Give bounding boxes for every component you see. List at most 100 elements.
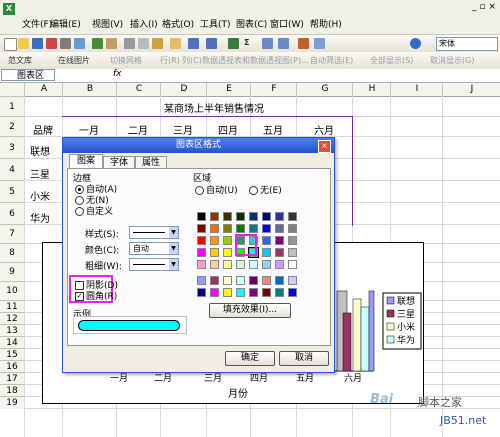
row-header-6[interactable]: 6	[0, 202, 24, 225]
copy-icon[interactable]	[138, 38, 149, 49]
color-swatch[interactable]	[275, 288, 284, 297]
area-none-radio[interactable]: 无(E)	[249, 183, 282, 196]
header-cell[interactable]: 二月	[116, 122, 160, 137]
color-swatch[interactable]	[275, 212, 284, 221]
color-swatch[interactable]	[275, 260, 284, 269]
header-cell[interactable]: 六月	[296, 122, 352, 137]
color-swatch[interactable]	[236, 288, 245, 297]
menu-item-7[interactable]: 窗口(W)	[270, 17, 304, 30]
row-header-1[interactable]: 1	[0, 96, 24, 117]
color-swatch[interactable]	[249, 288, 258, 297]
color-swatch[interactable]	[262, 212, 271, 221]
permission-icon[interactable]	[46, 38, 57, 49]
font-name-input[interactable]: 宋体	[436, 37, 498, 51]
color-swatch[interactable]	[197, 276, 206, 285]
color-swatch[interactable]	[236, 276, 245, 285]
color-swatch[interactable]	[249, 224, 258, 233]
brand-cell[interactable]: 华为	[30, 210, 60, 225]
sort-descending-icon[interactable]	[278, 38, 289, 49]
chart-wizard-icon[interactable]	[298, 38, 309, 49]
color-swatch[interactable]	[275, 236, 284, 245]
color-swatch[interactable]	[197, 236, 206, 245]
fill-effects-button[interactable]: 填充效果(I)...	[209, 303, 291, 318]
color-swatch[interactable]	[210, 260, 219, 269]
row-header-4[interactable]: 4	[0, 158, 24, 181]
color-swatch[interactable]	[288, 248, 297, 257]
redo-icon[interactable]	[206, 38, 217, 49]
format-painter-icon[interactable]	[170, 38, 181, 49]
cut-icon[interactable]	[124, 38, 135, 49]
ok-button[interactable]: 确定	[225, 351, 275, 366]
menu-item-1[interactable]: 编辑(E)	[50, 17, 81, 30]
row-header-10[interactable]: 10	[0, 281, 24, 301]
sheet-title[interactable]: 某商场上半年销售情况	[134, 100, 294, 115]
toolbar2-item-5[interactable]: 数据透视表和数据透视图(P)...	[202, 55, 309, 66]
column-header-B[interactable]: B	[62, 83, 117, 96]
new-icon[interactable]	[4, 38, 17, 51]
color-swatch[interactable]	[236, 212, 245, 221]
row-header-3[interactable]: 3	[0, 136, 24, 159]
color-swatch[interactable]	[223, 276, 232, 285]
color-swatch[interactable]	[210, 276, 219, 285]
brand-cell[interactable]: 联想	[30, 143, 60, 158]
color-swatch[interactable]	[197, 224, 206, 233]
column-header-J[interactable]: J	[442, 83, 500, 96]
hyperlink-icon[interactable]	[228, 38, 239, 49]
round-corners-checkbox[interactable]: ✓ 圆角(R)	[75, 289, 117, 302]
column-header-C[interactable]: C	[116, 83, 161, 96]
color-swatch[interactable]	[262, 224, 271, 233]
brand-cell[interactable]: 三星	[30, 166, 60, 181]
color-swatch[interactable]	[236, 260, 245, 269]
color-swatch[interactable]	[249, 212, 258, 221]
column-header-I[interactable]: I	[390, 83, 443, 96]
row-header-19[interactable]: 19	[0, 396, 24, 409]
color-swatch[interactable]	[275, 276, 284, 285]
color-swatch[interactable]	[288, 212, 297, 221]
color-swatch[interactable]	[275, 224, 284, 233]
color-swatch[interactable]	[288, 224, 297, 233]
name-box[interactable]: 图表区	[1, 69, 55, 81]
fx-icon[interactable]: fx	[113, 69, 122, 79]
row-header-5[interactable]: 5	[0, 180, 24, 203]
header-cell[interactable]: 一月	[62, 122, 116, 137]
header-cell[interactable]: 品牌	[24, 122, 62, 137]
area-auto-radio[interactable]: 自动(U)	[195, 183, 238, 196]
menu-item-4[interactable]: 格式(O)	[162, 17, 194, 30]
print-icon[interactable]	[60, 38, 71, 49]
color-swatch[interactable]	[197, 248, 206, 257]
row-header-2[interactable]: 2	[0, 116, 24, 137]
color-swatch[interactable]	[249, 260, 258, 269]
color-swatch[interactable]	[223, 212, 232, 221]
row-header-8[interactable]: 8	[0, 243, 24, 263]
toolbar2-item-7[interactable]: 全部显示(S)	[370, 55, 413, 66]
column-header-H[interactable]: H	[352, 83, 391, 96]
color-swatch[interactable]	[275, 248, 284, 257]
header-cell[interactable]: 三月	[160, 122, 206, 137]
menu-item-6[interactable]: 图表(C)	[236, 17, 267, 30]
menu-item-2[interactable]: 视图(V)	[92, 17, 123, 30]
header-cell[interactable]: 五月	[250, 122, 296, 137]
undo-icon[interactable]	[188, 38, 199, 49]
open-icon[interactable]	[18, 38, 29, 49]
cancel-button[interactable]: 取消	[279, 351, 329, 366]
style-select[interactable]: ▼	[129, 226, 179, 239]
spelling-icon[interactable]	[92, 38, 103, 49]
color-swatch[interactable]	[210, 236, 219, 245]
brand-cell[interactable]: 小米	[30, 188, 60, 203]
drawing-icon[interactable]	[314, 38, 325, 49]
weight-select[interactable]: ▼	[129, 258, 179, 271]
color-swatch[interactable]	[262, 248, 271, 257]
toolbar2-item-1[interactable]: 在线图片	[58, 55, 90, 66]
color-swatch[interactable]	[197, 260, 206, 269]
menu-item-3[interactable]: 插入(I)	[130, 17, 158, 30]
paste-icon[interactable]	[152, 38, 163, 49]
toolbar2-item-2[interactable]: 切换网格	[110, 55, 142, 66]
sort-ascending-icon[interactable]	[262, 38, 273, 49]
toolbar2-item-0[interactable]: 范文库	[8, 55, 32, 66]
menu-item-0[interactable]: 文件(F)	[22, 17, 52, 30]
column-header-G[interactable]: G	[296, 83, 353, 96]
color-swatch[interactable]	[262, 288, 271, 297]
color-swatch[interactable]	[288, 288, 297, 297]
color-swatch[interactable]	[223, 260, 232, 269]
toolbar2-item-6[interactable]: 自动筛选(E)	[310, 55, 353, 66]
